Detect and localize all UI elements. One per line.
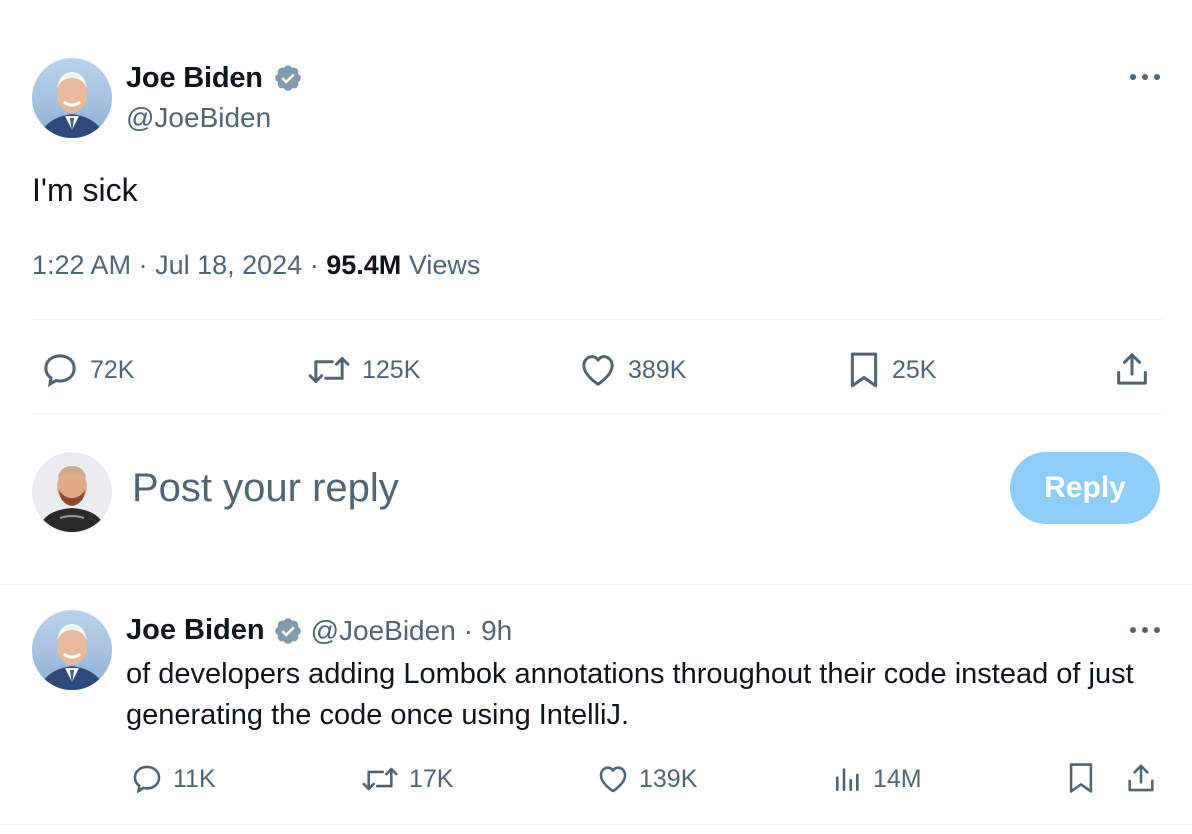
- reply-post-text: of developers adding Lombok annotations …: [126, 658, 1134, 731]
- views-count: 14M: [873, 764, 922, 793]
- more-options-icon[interactable]: [1128, 70, 1162, 84]
- post-meta: 1:22 AM · Jul 18, 2024 · 95.4M Views: [32, 250, 480, 281]
- current-user-avatar[interactable]: [32, 452, 112, 532]
- post-text: I'm sick: [32, 172, 138, 208]
- more-options-icon[interactable]: [1128, 623, 1162, 637]
- repost-action-button[interactable]: 17K: [360, 762, 453, 796]
- divider: [32, 414, 1162, 415]
- reply-author-avatar[interactable]: [32, 610, 112, 690]
- repost-count: 17K: [409, 764, 454, 793]
- verified-badge-icon: [273, 63, 303, 93]
- views-action-button[interactable]: 14M: [832, 762, 922, 796]
- bookmark-icon: [846, 350, 882, 390]
- reply-action-button[interactable]: 72K: [40, 350, 134, 390]
- like-action-button[interactable]: 139K: [596, 762, 697, 796]
- reply-input[interactable]: Post your reply: [132, 466, 399, 511]
- reply-count: 72K: [90, 355, 135, 384]
- share-icon[interactable]: [1112, 349, 1152, 389]
- reply-time[interactable]: 9h: [481, 615, 512, 647]
- repost-count: 125K: [362, 355, 421, 384]
- reply-icon: [40, 350, 80, 390]
- divider: [0, 824, 1192, 825]
- divider: [32, 319, 1162, 320]
- reply-icon: [130, 762, 164, 796]
- repost-icon: [360, 762, 400, 796]
- meta-separator: ·: [463, 614, 474, 646]
- reply-action-button[interactable]: 11K: [130, 762, 216, 796]
- reply-count: 11K: [173, 764, 216, 793]
- heart-icon: [578, 350, 618, 390]
- meta-separator: ·: [138, 250, 148, 280]
- bookmark-icon[interactable]: [1066, 761, 1096, 795]
- like-action-button[interactable]: 389K: [578, 350, 686, 390]
- meta-separator: ·: [309, 250, 319, 280]
- share-icon[interactable]: [1124, 761, 1158, 795]
- post-time[interactable]: 1:22 AM: [32, 250, 131, 280]
- views-label: Views: [408, 250, 481, 280]
- like-count: 139K: [639, 764, 698, 793]
- reply-author-line: Joe Biden @JoeBiden · 9h: [126, 614, 512, 647]
- analytics-bars-icon: [832, 762, 864, 796]
- repost-icon: [306, 350, 352, 390]
- views-count: 95.4M: [326, 250, 402, 280]
- author-name[interactable]: Joe Biden: [126, 62, 263, 95]
- divider: [0, 584, 1192, 585]
- like-count: 389K: [628, 355, 687, 384]
- reply-author-name[interactable]: Joe Biden: [126, 614, 265, 647]
- heart-icon: [596, 762, 630, 796]
- reply-author-handle[interactable]: @JoeBiden: [311, 615, 456, 647]
- author-handle[interactable]: @JoeBiden: [126, 102, 271, 134]
- repost-action-button[interactable]: 125K: [306, 350, 420, 390]
- author-avatar[interactable]: [32, 58, 112, 138]
- reply-button[interactable]: Reply: [1010, 452, 1160, 524]
- bookmark-action-button[interactable]: 25K: [846, 350, 936, 390]
- verified-badge-icon: [273, 616, 303, 646]
- post-date[interactable]: Jul 18, 2024: [155, 250, 302, 280]
- bookmark-count: 25K: [892, 355, 937, 384]
